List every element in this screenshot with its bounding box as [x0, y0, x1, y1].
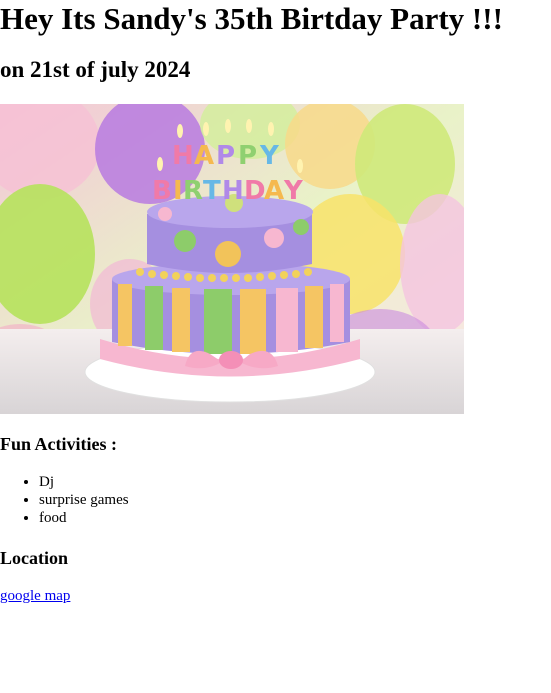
list-item: Dj: [39, 473, 129, 491]
list-item: food: [39, 509, 129, 527]
svg-text:R: R: [183, 176, 203, 206]
svg-text:P: P: [238, 141, 257, 171]
location-heading: Location: [0, 548, 69, 568]
svg-text:Y: Y: [283, 176, 304, 206]
svg-text:I: I: [173, 176, 183, 206]
svg-text:A: A: [194, 141, 214, 171]
activities-list: Dj surprise games food: [0, 473, 129, 527]
svg-text:A: A: [264, 176, 284, 206]
list-item: surprise games: [39, 491, 129, 509]
svg-text:Y: Y: [259, 141, 280, 171]
svg-text:B: B: [152, 176, 172, 206]
activities-heading: Fun Activities :: [0, 434, 117, 454]
svg-text:H: H: [222, 176, 244, 206]
svg-text:D: D: [244, 176, 266, 206]
svg-text:P: P: [216, 141, 235, 171]
svg-text:H: H: [172, 141, 194, 171]
birthday-cake-image: H A P P Y B I R T H D A Y: [0, 104, 464, 414]
svg-text:T: T: [203, 176, 221, 206]
page-title: Hey Its Sandy's 35th Birtday Party !!!: [0, 1, 503, 36]
google-map-link[interactable]: google map: [0, 587, 70, 605]
party-date: on 21st of july 2024: [0, 57, 191, 82]
page: Hey Its Sandy's 35th Birtday Party !!! o…: [0, 0, 551, 693]
